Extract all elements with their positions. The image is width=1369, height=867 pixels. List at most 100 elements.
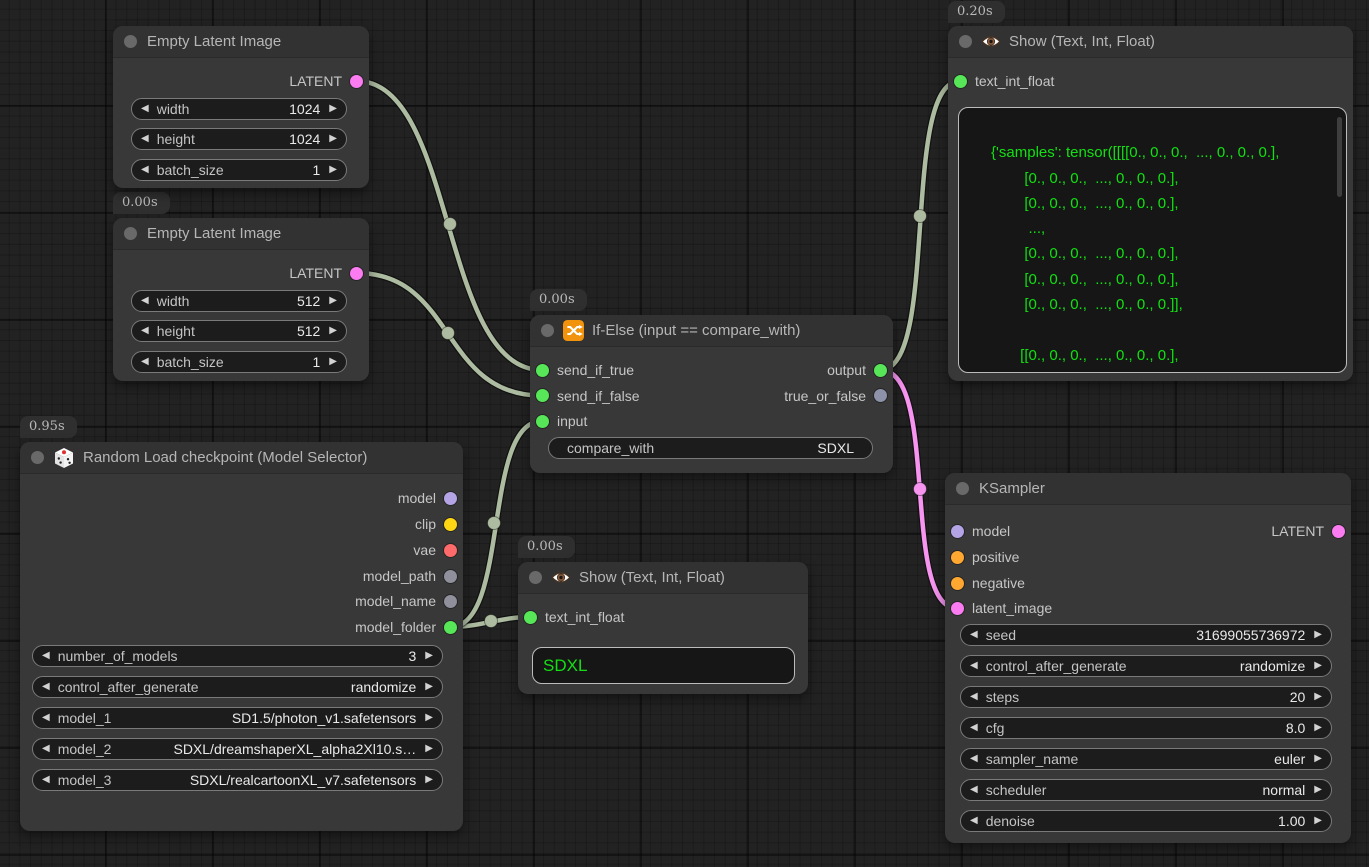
collapse-dot-icon[interactable] <box>959 35 972 48</box>
node-random-load-checkpoint[interactable]: Random Load checkpoint (Model Selector) … <box>20 442 463 831</box>
output-slot-model[interactable]: model <box>398 490 463 506</box>
node-graph-canvas[interactable]: 0.00s 0.00s 0.95s 0.00s 0.20s Empty Late… <box>0 0 1369 867</box>
slot-dot[interactable] <box>951 551 964 564</box>
node-titlebar[interactable]: Random Load checkpoint (Model Selector) <box>20 442 463 474</box>
decrement-arrow-icon[interactable]: ◀ <box>141 134 149 144</box>
collapse-dot-icon[interactable] <box>956 482 969 495</box>
output-slot-latent[interactable]: LATENT <box>289 265 369 281</box>
widget-control-after-generate[interactable]: ◀ control_after_generate randomize ▶ <box>960 655 1332 677</box>
input-slot-text-int-float[interactable]: text_int_float <box>948 73 1054 89</box>
slot-dot[interactable] <box>444 570 457 583</box>
node-if-else[interactable]: If-Else (input == compare_with) send_if_… <box>530 315 893 473</box>
increment-arrow-icon[interactable]: ▶ <box>329 134 337 144</box>
slot-dot[interactable] <box>524 611 537 624</box>
text-display[interactable]: {'samples': tensor([[[[0., 0., 0., ..., … <box>958 107 1347 373</box>
slot-dot[interactable] <box>444 518 457 531</box>
link-midpoint-dot[interactable] <box>914 483 927 496</box>
widget-sampler-name[interactable]: ◀ sampler_name euler ▶ <box>960 748 1332 770</box>
decrement-arrow-icon[interactable]: ◀ <box>141 296 149 306</box>
widget-model-3[interactable]: ◀ model_3 SDXL/realcartoonXL_v7.safetens… <box>32 769 443 791</box>
output-slot-true-or-false[interactable]: true_or_false <box>784 388 893 404</box>
input-slot-positive[interactable]: positive <box>945 549 1019 565</box>
widget-denoise[interactable]: ◀ denoise 1.00 ▶ <box>960 810 1332 832</box>
link-midpoint-dot[interactable] <box>914 210 927 223</box>
link-midpoint-dot[interactable] <box>485 615 498 628</box>
slot-dot[interactable] <box>444 492 457 505</box>
slot-dot[interactable] <box>951 602 964 615</box>
collapse-dot-icon[interactable] <box>31 451 44 464</box>
link-midpoint-dot[interactable] <box>442 327 455 340</box>
widget-compare-with[interactable]: compare_with SDXL <box>548 437 873 459</box>
decrement-arrow-icon[interactable]: ◀ <box>141 104 149 114</box>
increment-arrow-icon[interactable]: ▶ <box>329 296 337 306</box>
decrement-arrow-icon[interactable]: ◀ <box>970 816 978 826</box>
increment-arrow-icon[interactable]: ▶ <box>425 682 433 692</box>
slot-dot[interactable] <box>536 389 549 402</box>
widget-model-1[interactable]: ◀ model_1 SD1.5/photon_v1.safetensors ▶ <box>32 707 443 729</box>
node-titlebar[interactable]: Empty Latent Image <box>113 26 369 58</box>
output-slot-model-path[interactable]: model_path <box>363 568 463 584</box>
slot-dot-latent[interactable] <box>1332 525 1345 538</box>
decrement-arrow-icon[interactable]: ◀ <box>970 661 978 671</box>
slot-dot-latent[interactable] <box>350 267 363 280</box>
slot-dot[interactable] <box>536 364 549 377</box>
increment-arrow-icon[interactable]: ▶ <box>425 744 433 754</box>
node-empty-latent-image-2[interactable]: Empty Latent Image LATENT ◀ width 512 ▶ … <box>113 218 369 381</box>
slot-dot[interactable] <box>954 75 967 88</box>
output-slot-output[interactable]: output <box>827 362 893 378</box>
slot-dot[interactable] <box>951 577 964 590</box>
output-slot-latent[interactable]: LATENT <box>289 73 369 89</box>
input-slot-negative[interactable]: negative <box>945 575 1025 591</box>
slot-dot-latent[interactable] <box>350 75 363 88</box>
decrement-arrow-icon[interactable]: ◀ <box>970 754 978 764</box>
increment-arrow-icon[interactable]: ▶ <box>329 357 337 367</box>
slot-dot[interactable] <box>444 621 457 634</box>
decrement-arrow-icon[interactable]: ◀ <box>42 713 50 723</box>
increment-arrow-icon[interactable]: ▶ <box>1314 723 1322 733</box>
increment-arrow-icon[interactable]: ▶ <box>329 104 337 114</box>
input-slot-text-int-float[interactable]: text_int_float <box>518 609 624 625</box>
widget-width[interactable]: ◀ width 512 ▶ <box>131 290 347 312</box>
widget-height[interactable]: ◀ height 1024 ▶ <box>131 128 347 150</box>
slot-dot[interactable] <box>874 364 887 377</box>
slot-dot[interactable] <box>536 415 549 428</box>
node-show-text-tensor[interactable]: Show (Text, Int, Float) text_int_float {… <box>948 26 1353 381</box>
node-titlebar[interactable]: Show (Text, Int, Float) <box>948 26 1353 58</box>
slot-dot[interactable] <box>874 389 887 402</box>
widget-number-of-models[interactable]: ◀ number_of_models 3 ▶ <box>32 645 443 667</box>
increment-arrow-icon[interactable]: ▶ <box>425 651 433 661</box>
widget-cfg[interactable]: ◀ cfg 8.0 ▶ <box>960 717 1332 739</box>
increment-arrow-icon[interactable]: ▶ <box>329 326 337 336</box>
output-slot-model-name[interactable]: model_name <box>355 593 463 609</box>
decrement-arrow-icon[interactable]: ◀ <box>970 785 978 795</box>
increment-arrow-icon[interactable]: ▶ <box>1314 754 1322 764</box>
decrement-arrow-icon[interactable]: ◀ <box>141 357 149 367</box>
decrement-arrow-icon[interactable]: ◀ <box>42 682 50 692</box>
widget-width[interactable]: ◀ width 1024 ▶ <box>131 98 347 120</box>
widget-steps[interactable]: ◀ steps 20 ▶ <box>960 686 1332 708</box>
collapse-dot-icon[interactable] <box>541 324 554 337</box>
input-slot-latent-image[interactable]: latent_image <box>945 600 1052 616</box>
increment-arrow-icon[interactable]: ▶ <box>425 713 433 723</box>
output-slot-clip[interactable]: clip <box>415 516 463 532</box>
widget-seed[interactable]: ◀ seed 31699055736972 ▶ <box>960 624 1332 646</box>
scrollbar-thumb[interactable] <box>1337 117 1342 197</box>
input-slot-input[interactable]: input <box>530 413 587 429</box>
decrement-arrow-icon[interactable]: ◀ <box>141 165 149 175</box>
decrement-arrow-icon[interactable]: ◀ <box>42 651 50 661</box>
collapse-dot-icon[interactable] <box>124 227 137 240</box>
link-midpoint-dot[interactable] <box>444 218 457 231</box>
widget-batch-size[interactable]: ◀ batch_size 1 ▶ <box>131 159 347 181</box>
link-midpoint-dot[interactable] <box>488 517 501 530</box>
input-slot-send-if-false[interactable]: send_if_false <box>530 388 640 404</box>
output-slot-latent[interactable]: LATENT <box>1271 523 1351 539</box>
node-ksampler[interactable]: KSampler model LATENT positive negative <box>945 473 1351 843</box>
collapse-dot-icon[interactable] <box>124 35 137 48</box>
node-titlebar[interactable]: If-Else (input == compare_with) <box>530 315 893 347</box>
collapse-dot-icon[interactable] <box>529 571 542 584</box>
decrement-arrow-icon[interactable]: ◀ <box>970 692 978 702</box>
output-slot-model-folder[interactable]: model_folder <box>355 619 463 635</box>
input-slot-model[interactable]: model <box>945 523 1010 539</box>
widget-model-2[interactable]: ◀ model_2 SDXL/dreamshaperXL_alpha2Xl10.… <box>32 738 443 760</box>
widget-control-after-generate[interactable]: ◀ control_after_generate randomize ▶ <box>32 676 443 698</box>
